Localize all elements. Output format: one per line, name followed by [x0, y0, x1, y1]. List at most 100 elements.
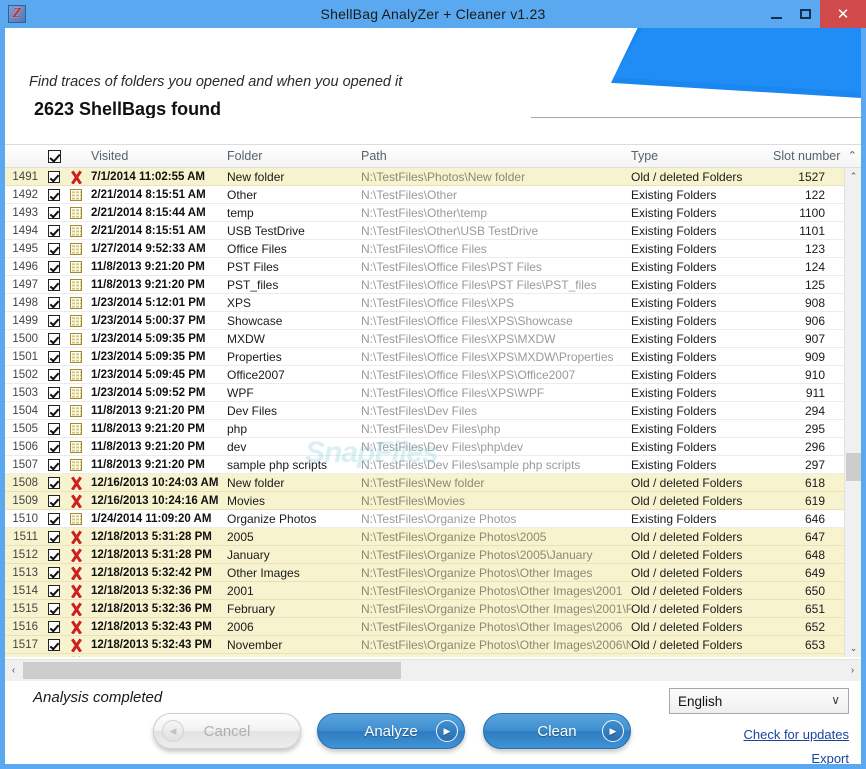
horizontal-scrollbar-thumb[interactable]: [23, 662, 401, 679]
analyze-button[interactable]: Analyze ▶: [317, 713, 465, 749]
row-slot-number: 618: [804, 475, 825, 490]
row-visited: 12/18/2013 5:32:36 PM: [91, 602, 212, 615]
yellow-grid-existing-icon: [70, 512, 82, 525]
language-dropdown[interactable]: English ∨: [669, 688, 849, 714]
row-checkbox[interactable]: [43, 386, 65, 399]
minimize-button[interactable]: [762, 0, 791, 28]
row-checkbox[interactable]: [43, 494, 65, 507]
table-row[interactable]: 1496 11/8/2013 9:21:20 PM PST Files N:\Test…: [5, 258, 844, 276]
row-checkbox[interactable]: [43, 512, 65, 525]
table-row[interactable]: 1491 7/1/2014 11:02:55 AM New folder N:\Tes…: [5, 168, 844, 186]
column-header-visited[interactable]: Visited: [87, 149, 227, 163]
table-row[interactable]: 1515 12/18/2013 5:32:36 PM February N:\Test…: [5, 600, 844, 618]
row-checkbox[interactable]: [43, 602, 65, 615]
row-checkbox[interactable]: [43, 332, 65, 345]
row-checkbox[interactable]: [43, 422, 65, 435]
scroll-left-button[interactable]: ‹: [5, 660, 22, 682]
column-header-path[interactable]: Path: [361, 149, 631, 163]
scroll-up-button[interactable]: ⌃: [845, 168, 861, 185]
row-visited: 11/8/2013 9:21:20 PM: [91, 458, 205, 471]
vertical-scrollbar[interactable]: ⌃ ⌄: [844, 168, 861, 657]
scroll-right-button[interactable]: ›: [844, 660, 861, 682]
row-checkbox[interactable]: [43, 638, 65, 651]
row-index: 1510: [12, 512, 38, 525]
app-logo-icon: Z: [8, 5, 26, 23]
table-row[interactable]: 1501 1/23/2014 5:09:35 PM Properties N:\Tes…: [5, 348, 844, 366]
row-checkbox[interactable]: [43, 260, 65, 273]
vertical-scrollbar-thumb[interactable]: [846, 453, 861, 481]
row-checkbox[interactable]: [43, 584, 65, 597]
table-row[interactable]: 1510 1/24/2014 11:09:20 AM Organize Photos…: [5, 510, 844, 528]
table-row[interactable]: 1493 2/21/2014 8:15:44 AM temp N:\TestFiles…: [5, 204, 844, 222]
table-row[interactable]: 1507 11/8/2013 9:21:20 PM sample php scrip…: [5, 456, 844, 474]
row-checkbox[interactable]: [43, 206, 65, 219]
column-header-type[interactable]: Type: [631, 149, 773, 163]
row-checkbox[interactable]: [43, 620, 65, 633]
shellbags-found-count: 2623 ShellBags found: [34, 99, 222, 118]
table-row[interactable]: 1509 12/16/2013 10:24:16 AM Movies N:\TestF…: [5, 492, 844, 510]
yellow-grid-existing-icon: [70, 188, 82, 201]
table-row[interactable]: 1498 1/23/2014 5:12:01 PM XPS N:\TestFiles\…: [5, 294, 844, 312]
table-row[interactable]: 1506 11/8/2013 9:21:20 PM dev N:\TestFiles\…: [5, 438, 844, 456]
row-checkbox[interactable]: [43, 566, 65, 579]
horizontal-scrollbar[interactable]: ‹ ›: [5, 659, 861, 681]
row-type: Old / deleted Folders: [631, 547, 743, 562]
row-checkbox[interactable]: [43, 242, 65, 255]
row-checkbox[interactable]: [43, 656, 65, 657]
table-row[interactable]: 1504 11/8/2013 9:21:20 PM Dev Files N:\Test…: [5, 402, 844, 420]
row-checkbox[interactable]: [43, 350, 65, 363]
table-row[interactable]: 1502 1/23/2014 5:09:45 PM Office2007 N:\Tes…: [5, 366, 844, 384]
table-row[interactable]: 1511 12/18/2013 5:31:28 PM 2005 N:\TestFile…: [5, 528, 844, 546]
table-row[interactable]: 1495 1/27/2014 9:52:33 AM Office Files N:\T…: [5, 240, 844, 258]
table-row[interactable]: 1499 1/23/2014 5:00:37 PM Showcase N:\TestF…: [5, 312, 844, 330]
clean-button[interactable]: Clean ▶: [483, 713, 631, 749]
cancel-button[interactable]: ◀ Cancel: [153, 713, 301, 749]
scroll-up-arrow-icon[interactable]: ⌃: [848, 149, 857, 162]
table-row[interactable]: 1503 1/23/2014 5:09:52 PM WPF N:\TestFiles\…: [5, 384, 844, 402]
row-checkbox[interactable]: [43, 296, 65, 309]
row-status-icon: [65, 350, 87, 363]
close-button[interactable]: ✕: [820, 0, 866, 28]
row-path: N:\TestFiles\Dev Files\php\dev: [361, 439, 524, 454]
row-checkbox[interactable]: [43, 224, 65, 237]
row-index: 1509: [12, 494, 38, 507]
table-row[interactable]: 1505 11/8/2013 9:21:20 PM php N:\TestFiles\…: [5, 420, 844, 438]
row-checkbox[interactable]: [43, 476, 65, 489]
row-checkbox[interactable]: [43, 278, 65, 291]
table-row[interactable]: 1513 12/18/2013 5:32:42 PM Other Images N:\…: [5, 564, 844, 582]
row-type: Existing Folders: [631, 205, 717, 220]
check-for-updates-link[interactable]: Check for updates: [743, 727, 849, 742]
scroll-down-button[interactable]: ⌄: [845, 640, 861, 657]
table-row[interactable]: 1494 2/21/2014 8:15:51 AM USB TestDrive N:\…: [5, 222, 844, 240]
table-rows: SnapFiles 1491 7/1/2014 11:02:55 AM New fo…: [5, 168, 844, 657]
table-row[interactable]: 1516 12/18/2013 5:32:43 PM 2006 N:\TestFile…: [5, 618, 844, 636]
row-checkbox[interactable]: [43, 368, 65, 381]
row-folder: Movies: [227, 493, 266, 508]
table-row[interactable]: 1512 12/18/2013 5:31:28 PM January N:\TestF…: [5, 546, 844, 564]
table-row[interactable]: 1508 12/16/2013 10:24:03 AM New folder N:\T…: [5, 474, 844, 492]
table-row[interactable]: 1497 11/8/2013 9:21:20 PM PST_files N:\Test…: [5, 276, 844, 294]
row-checkbox[interactable]: [43, 404, 65, 417]
select-all-checkbox[interactable]: [43, 149, 65, 163]
column-header-slot-number[interactable]: Slot number: [773, 149, 855, 163]
table-row[interactable]: 1518 12/18/2013 5:33:09 PM1980N:\TestFile…: [5, 654, 844, 657]
row-checkbox[interactable]: [43, 548, 65, 561]
row-status-icon: [65, 278, 87, 291]
row-checkbox[interactable]: [43, 314, 65, 327]
table-row[interactable]: 1492 2/21/2014 8:15:51 AM Other N:\TestFile…: [5, 186, 844, 204]
row-checkbox[interactable]: [43, 530, 65, 543]
row-checkbox[interactable]: [43, 170, 65, 183]
table-row[interactable]: 1500 1/23/2014 5:09:35 PM MXDW N:\TestFiles…: [5, 330, 844, 348]
filter-dropdown[interactable]: Show all ∨: [531, 117, 861, 118]
row-checkbox[interactable]: [43, 440, 65, 453]
row-checkbox[interactable]: [43, 458, 65, 471]
table-row[interactable]: 1517 12/18/2013 5:32:43 PM November N:\Test…: [5, 636, 844, 654]
red-x-deleted-icon: [69, 584, 83, 598]
row-visited: 11/8/2013 9:21:20 PM: [91, 440, 205, 453]
table-row[interactable]: 1514 12/18/2013 5:32:36 PM 2001 N:\TestFile…: [5, 582, 844, 600]
row-index: 1499: [12, 314, 38, 327]
column-header-folder[interactable]: Folder: [227, 149, 361, 163]
row-checkbox[interactable]: [43, 188, 65, 201]
maximize-button[interactable]: [791, 0, 820, 28]
export-link[interactable]: Export: [811, 751, 849, 764]
